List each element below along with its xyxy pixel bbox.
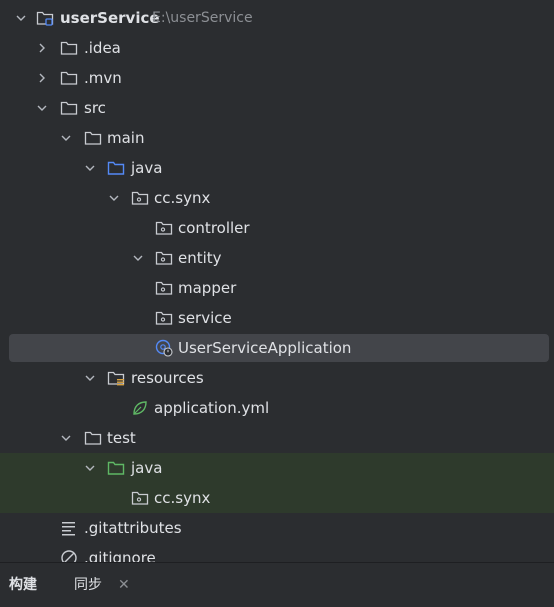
tree-row-resources[interactable]: resources: [0, 363, 554, 393]
tree-row-java[interactable]: java: [0, 153, 554, 183]
chevron-down-icon[interactable]: [58, 130, 74, 146]
source-folder-icon: [107, 159, 125, 177]
tree-row-entity[interactable]: entity: [0, 243, 554, 273]
tree-label-gitattributes: .gitattributes: [84, 519, 182, 537]
tree-label-test-java: java: [131, 459, 163, 477]
tree-row-test[interactable]: test: [0, 423, 554, 453]
tree-row-src[interactable]: src: [0, 93, 554, 123]
tree-label-test: test: [107, 429, 136, 447]
tree-label-src: src: [84, 99, 106, 117]
tree-label-mapper: mapper: [178, 279, 237, 297]
tree-row-package[interactable]: cc.synx: [0, 183, 554, 213]
test-source-folder-icon: [107, 459, 125, 477]
tree-label-root: userService: [60, 9, 160, 27]
root-path: E:\userService: [152, 10, 253, 26]
chevron-down-icon[interactable]: [58, 430, 74, 446]
tree-label-controller: controller: [178, 219, 250, 237]
close-icon[interactable]: ✕: [118, 563, 130, 607]
tree-row-test-package[interactable]: cc.synx: [0, 483, 554, 513]
tree-row-controller[interactable]: controller: [0, 213, 554, 243]
tree-label-idea: .idea: [84, 39, 121, 57]
tree-row-mapper[interactable]: mapper: [0, 273, 554, 303]
tree-label-service: service: [178, 309, 232, 327]
tree-row-test-java[interactable]: java: [0, 453, 554, 483]
tree-row-main[interactable]: main: [0, 123, 554, 153]
ignore-file-icon: [60, 549, 78, 562]
tree-row-service[interactable]: service: [0, 303, 554, 333]
tree-label-main: main: [107, 129, 145, 147]
chevron-down-icon[interactable]: [130, 250, 146, 266]
folder-icon: [84, 429, 102, 447]
tab-sync[interactable]: 同步: [74, 563, 102, 607]
folder-icon: [60, 99, 78, 117]
tree-label-test-package: cc.synx: [154, 489, 211, 507]
chevron-right-icon[interactable]: [34, 70, 50, 86]
chevron-right-icon[interactable]: [34, 40, 50, 56]
chevron-down-icon[interactable]: [13, 10, 29, 26]
tree-label-java: java: [131, 159, 163, 177]
tree-label-app-yml: application.yml: [154, 399, 270, 417]
spring-leaf-icon: [131, 399, 149, 417]
bottom-tool-bar: 构建 同步 ✕: [0, 562, 554, 607]
tree-row-gitignore[interactable]: .gitignore: [0, 543, 554, 562]
tree-label-package: cc.synx: [154, 189, 211, 207]
tree-label-mvn: .mvn: [84, 69, 122, 87]
tree-row-idea[interactable]: .idea: [0, 33, 554, 63]
chevron-down-icon[interactable]: [82, 460, 98, 476]
module-folder-icon: [36, 9, 54, 27]
package-icon: [131, 189, 149, 207]
package-icon: [155, 219, 173, 237]
package-icon: [155, 309, 173, 327]
package-icon: [155, 279, 173, 297]
tree-label-gitignore: .gitignore: [84, 549, 156, 562]
resources-folder-icon: [107, 369, 125, 387]
tree-row-gitattributes[interactable]: .gitattributes: [0, 513, 554, 543]
tree-row-root[interactable]: userService E:\userService: [0, 3, 554, 33]
folder-icon: [84, 129, 102, 147]
tab-build[interactable]: 构建: [9, 563, 37, 607]
spring-boot-class-icon: [155, 339, 173, 357]
text-file-icon: [60, 519, 78, 537]
package-icon: [155, 249, 173, 267]
chevron-down-icon[interactable]: [82, 160, 98, 176]
tree-label-resources: resources: [131, 369, 204, 387]
folder-icon: [60, 39, 78, 57]
folder-icon: [60, 69, 78, 87]
tree-label-entity: entity: [178, 249, 222, 267]
package-icon: [131, 489, 149, 507]
tree-row-mvn[interactable]: .mvn: [0, 63, 554, 93]
chevron-down-icon[interactable]: [106, 190, 122, 206]
tree-row-app-class[interactable]: UserServiceApplication: [0, 333, 554, 363]
tree-row-app-yml[interactable]: application.yml: [0, 393, 554, 423]
chevron-down-icon[interactable]: [82, 370, 98, 386]
project-tree: userService E:\userService .idea .mvn sr…: [0, 3, 554, 562]
tree-label-app-class: UserServiceApplication: [178, 339, 352, 357]
chevron-down-icon[interactable]: [34, 100, 50, 116]
